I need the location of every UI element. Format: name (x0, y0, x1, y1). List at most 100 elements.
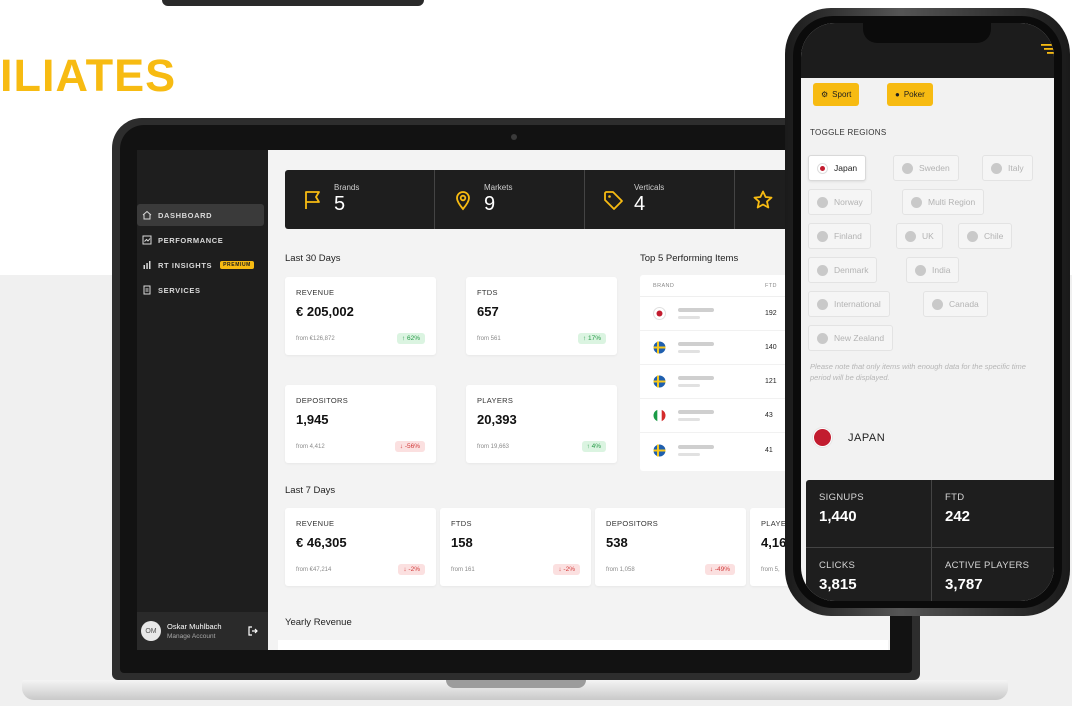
denmark-flag-icon (817, 264, 828, 276)
metric-label: ACTIVE PLAYERS (945, 560, 1030, 571)
metric-value: 242 (945, 508, 971, 525)
card-label: FTDS (451, 519, 472, 528)
card-comparison: from 5, (761, 567, 780, 573)
star-icon (753, 190, 773, 208)
card-comparison: from 19,663 (477, 444, 510, 450)
card-value: 158 (451, 535, 473, 550)
card-value: 20,393 (477, 412, 517, 427)
logout-icon[interactable] (247, 625, 259, 637)
stat-label: Verticals (634, 183, 665, 192)
phone-notch (863, 23, 991, 43)
stat-brands[interactable]: Brands 5 (285, 170, 435, 229)
region-toggle-finland[interactable]: Finland (808, 223, 871, 249)
norway-flag-icon (817, 196, 828, 208)
kpi-card-ftds-30[interactable]: FTDS 657 from 561 ↑ 17% (466, 277, 617, 355)
section-title-top5: Top 5 Performing Items (640, 253, 739, 264)
region-toggle-multi-region[interactable]: Multi Region (902, 189, 985, 215)
user-name: Oskar Muhlbach (167, 622, 222, 631)
stat-markets[interactable]: Markets 9 (435, 170, 585, 229)
region-toggle-denmark[interactable]: Denmark (808, 257, 878, 283)
ftd-value: 192 (765, 310, 777, 317)
dashboard-screen: DASHBOARD PERFORMANCE RT INSIGHTS PREMIU… (137, 150, 890, 650)
sweden-flag-icon (653, 341, 666, 354)
ftd-value: 140 (765, 344, 777, 351)
stat-label: Markets (484, 183, 513, 192)
nav-label: PERFORMANCE (158, 235, 224, 245)
region-toggle-international[interactable]: International (808, 291, 890, 317)
region-toggle-uk[interactable]: UK (896, 223, 943, 249)
manage-account-link[interactable]: Manage Account (167, 633, 222, 640)
region-toggle-italy[interactable]: Italy (982, 155, 1033, 181)
sweden-flag-icon (653, 375, 666, 388)
metric-ftd: FTD 242 (932, 480, 1054, 548)
region-toggle-japan[interactable]: Japan (808, 155, 867, 181)
section-title-last-7: Last 7 Days (285, 485, 336, 496)
region-toggle-chile[interactable]: Chile (958, 223, 1013, 249)
poker-button[interactable]: ● Poker (887, 83, 933, 106)
avatar: OM (141, 621, 161, 641)
region-toggle-norway[interactable]: Norway (808, 189, 872, 215)
column-header-ftd: FTD (765, 282, 777, 289)
card-value: 1,945 (296, 412, 329, 427)
uk-flag-icon (905, 230, 916, 242)
region-toggle-new-zealand[interactable]: New Zealand (808, 325, 894, 351)
kpi-card-revenue-30[interactable]: REVENUE € 205,002 from €126,872 ↑ 62% (285, 277, 436, 355)
metric-label: FTD (945, 492, 965, 503)
card-label: DEPOSITORS (296, 396, 349, 405)
user-account[interactable]: OM Oskar Muhlbach Manage Account (137, 612, 268, 650)
card-label: DEPOSITORS (606, 519, 659, 528)
card-comparison: from 561 (477, 336, 501, 342)
camera-dot (511, 134, 517, 140)
card-value: € 205,002 (296, 304, 354, 319)
region-label: International (834, 299, 881, 309)
menu-icon[interactable] (1041, 43, 1054, 55)
card-value: 538 (606, 535, 628, 550)
region-label: Canada (949, 299, 979, 309)
chip-icon: ● (895, 90, 900, 99)
section-title-yearly: Yearly Revenue (285, 617, 352, 628)
change-badge: ↑ 17% (577, 333, 606, 344)
card-value: 657 (477, 304, 499, 319)
kpi-card-players-30[interactable]: PLAYERS 20,393 from 19,663 ↑ 4% (466, 385, 617, 463)
nav-item-performance[interactable]: PERFORMANCE (137, 229, 264, 251)
new-zealand-flag-icon (817, 332, 828, 344)
sport-button[interactable]: ⚙ Sport (813, 83, 860, 106)
nav-item-dashboard[interactable]: DASHBOARD (137, 204, 264, 226)
change-badge: ↓ -2% (398, 564, 425, 575)
stat-value: 4 (634, 193, 646, 215)
location-pin-icon (456, 190, 470, 210)
home-icon (142, 210, 152, 220)
change-badge: ↓ -2% (553, 564, 580, 575)
region-toggle-sweden[interactable]: Sweden (893, 155, 959, 181)
card-comparison: from 1,058 (606, 567, 635, 573)
japan-flag-icon (653, 307, 666, 320)
metric-active-players: ACTIVE PLAYERS 3,787 (932, 548, 1054, 601)
toggle-regions-heading: TOGGLE REGIONS (810, 128, 887, 137)
metric-value: 3,815 (819, 576, 857, 593)
region-label: Multi Region (928, 197, 976, 207)
region-label: Japan (834, 163, 858, 173)
globe-icon (817, 298, 828, 310)
italy-flag-icon (653, 409, 666, 422)
kpi-card-depositors-30[interactable]: DEPOSITORS 1,945 from 4,412 ↓ -56% (285, 385, 436, 463)
nav-item-services[interactable]: SERVICES (137, 279, 264, 301)
region-label: India (932, 265, 951, 275)
tag-icon (604, 190, 623, 210)
column-header-brand: BRAND (653, 282, 675, 289)
metric-clicks: CLICKS 3,815 (806, 548, 932, 601)
change-badge: ↓ -49% (704, 564, 735, 575)
kpi-card-revenue-7[interactable]: REVENUE € 46,305 from €47,214 ↓ -2% (285, 508, 436, 586)
chile-flag-icon (967, 230, 978, 242)
japan-flag-icon (813, 428, 832, 447)
region-label: UK (922, 231, 934, 241)
nav-item-rt-insights[interactable]: RT INSIGHTS PREMIUM (137, 254, 264, 276)
region-toggle-india[interactable]: India (906, 257, 960, 283)
chart-icon (142, 235, 152, 245)
kpi-card-ftds-7[interactable]: FTDS 158 from 161 ↓ -2% (440, 508, 591, 586)
laptop-notch (446, 680, 586, 688)
kpi-card-depositors-7[interactable]: DEPOSITORS 538 from 1,058 ↓ -49% (595, 508, 746, 586)
region-toggle-canada[interactable]: Canada (923, 291, 988, 317)
data-availability-note: Please note that only items with enough … (810, 362, 1026, 382)
stat-verticals[interactable]: Verticals 4 (585, 170, 735, 229)
hero-title: ILIATES (0, 50, 177, 101)
